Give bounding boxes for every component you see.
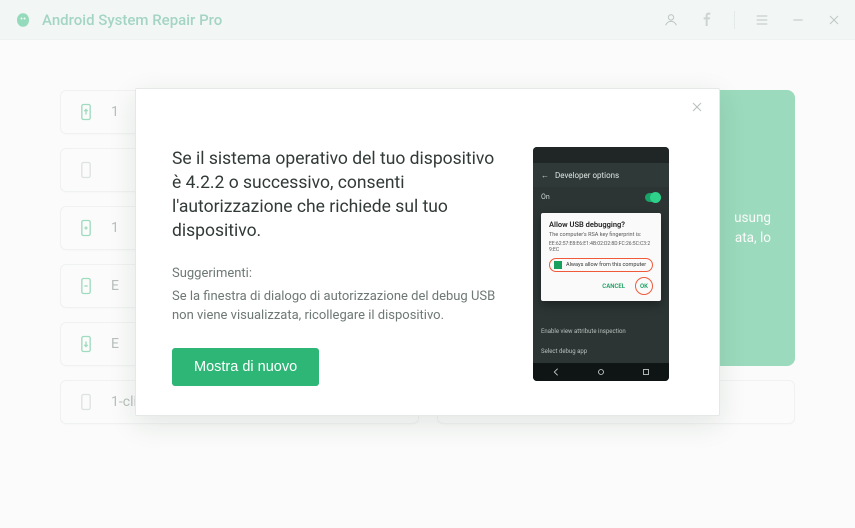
phone-row-attr: Enable view attribute inspection <box>541 323 661 339</box>
nav-recent-icon <box>641 367 651 377</box>
nav-back-icon <box>551 367 561 377</box>
toggle-icon <box>645 193 661 202</box>
show-again-button[interactable]: Mostra di nuovo <box>172 348 319 386</box>
checkbox-label: Always allow from this computer <box>566 262 646 268</box>
dialog-fingerprint: EE:62:57:E8:E6:E1:4B:02:D2:8D:FC:26:5C:C… <box>549 241 653 253</box>
modal-image-column: ← Developer options On Allow USB debuggi… <box>533 147 683 381</box>
phone-navbar <box>533 363 669 381</box>
checkbox-icon <box>554 261 562 269</box>
modal-tips-text: Se la finestra di dialogo di autorizzazi… <box>172 287 502 326</box>
dialog-cancel: CANCEL <box>602 283 625 290</box>
phone-on-row: On <box>533 187 669 207</box>
dialog-subtitle: The computer's RSA key fingerprint is: <box>549 232 653 239</box>
modal-close-icon[interactable] <box>689 99 707 117</box>
phone-header-title: Developer options <box>555 171 619 180</box>
usb-debug-modal: Se il sistema operativo del tuo disposit… <box>135 88 720 416</box>
dialog-ok-highlight: OK <box>635 277 653 295</box>
dialog-ok: OK <box>640 283 648 290</box>
modal-tips-label: Suggerimenti: <box>172 266 503 281</box>
modal-text-column: Se il sistema operativo del tuo disposit… <box>172 147 503 381</box>
nav-home-icon <box>596 367 606 377</box>
back-arrow-icon: ← <box>541 171 549 180</box>
phone-dialog: Allow USB debugging? The computer's RSA … <box>541 213 661 301</box>
dialog-title: Allow USB debugging? <box>549 220 653 229</box>
app-window: Android System Repair Pro <box>0 0 855 528</box>
phone-row-debug-label: Select debug app <box>541 348 587 355</box>
phone-statusbar <box>533 147 669 163</box>
phone-on-label: On <box>541 193 550 201</box>
phone-screenshot: ← Developer options On Allow USB debuggi… <box>533 147 669 381</box>
phone-header: ← Developer options <box>533 163 669 187</box>
phone-row-debug: Select debug app <box>541 343 661 359</box>
phone-row-attr-label: Enable view attribute inspection <box>541 328 626 335</box>
dialog-actions: CANCEL OK <box>549 277 653 295</box>
modal-heading: Se il sistema operativo del tuo disposit… <box>172 147 503 244</box>
modal-body: Se il sistema operativo del tuo disposit… <box>136 89 719 415</box>
dialog-checkbox-row: Always allow from this computer <box>549 258 653 272</box>
